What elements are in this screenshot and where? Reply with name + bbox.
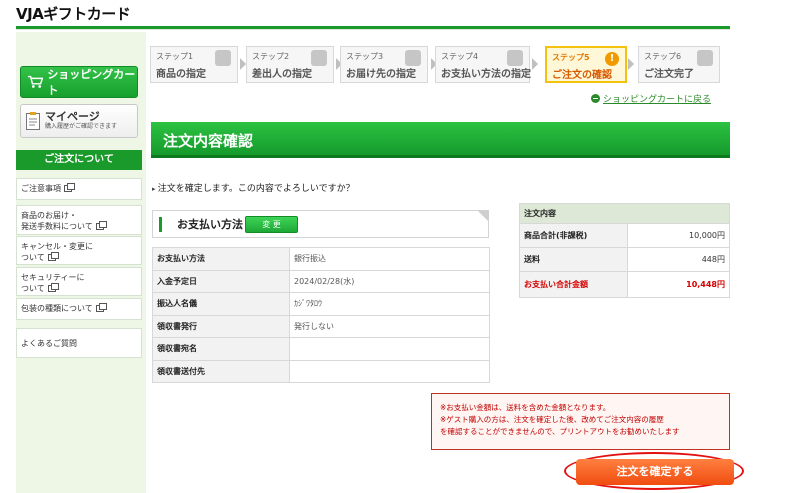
exclamation-icon: ! bbox=[605, 52, 619, 66]
sidebar-link-cancel[interactable]: キャンセル・変更に ついて bbox=[16, 236, 142, 265]
table-row: お支払い合計金額 10,448円 bbox=[519, 271, 730, 298]
header: VJAギフトカード bbox=[0, 0, 793, 30]
total-key: お支払い合計金額 bbox=[519, 271, 628, 298]
table-row: 振込人名儀 ｶｼﾞﾜﾀﾛｳ bbox=[152, 292, 490, 316]
external-window-icon bbox=[95, 221, 107, 230]
table-key: お支払い方法 bbox=[152, 247, 290, 271]
sidebar-link-label: 包装の種類について bbox=[21, 304, 93, 313]
sidebar-link-label: よくあるご質問 bbox=[21, 339, 77, 348]
logo[interactable]: VJAギフトカード bbox=[16, 3, 131, 24]
notice-text: ※ゲスト購入の方は、注文を確定した後、改めてご注文内容の履歴 bbox=[440, 415, 664, 424]
back-to-cart-link[interactable]: ショッピングカートに戻る bbox=[591, 92, 711, 105]
sidebar-link-faq[interactable]: よくあるご質問 bbox=[16, 328, 142, 358]
back-to-cart-label: ショッピングカートに戻る bbox=[603, 95, 712, 105]
step-label: 商品の指定 bbox=[156, 69, 206, 80]
table-row: 領収書送付先 bbox=[152, 359, 490, 383]
step-arrow-icon bbox=[532, 58, 538, 70]
table-key: 入金予定日 bbox=[152, 269, 290, 293]
table-value: 2024/02/28(水) bbox=[289, 269, 490, 293]
clipboard-icon bbox=[26, 112, 40, 130]
table-value: 銀行振込 bbox=[289, 247, 490, 271]
notice-text: を確認することができませんので、プリントアウトをお勧めいたします bbox=[440, 427, 680, 436]
notice-text: ※お支払い金額は、送料を含めた金額となります。 bbox=[440, 403, 611, 412]
step-label: お支払い方法の指定 bbox=[441, 69, 531, 80]
mypage-subtitle: 購入履歴がご確認できます bbox=[45, 123, 118, 130]
table-row: 領収書宛名 bbox=[152, 337, 490, 361]
step-label: ご注文完了 bbox=[644, 69, 694, 80]
shopping-cart-button[interactable]: ショッピングカート bbox=[20, 66, 138, 98]
table-value bbox=[289, 337, 490, 361]
payment-section-title: お支払い方法 bbox=[177, 218, 243, 231]
sidebar-link-label: 商品のお届け・ bbox=[21, 211, 77, 220]
wallet-icon bbox=[507, 50, 523, 66]
summary-key: 商品合計(非課税) bbox=[519, 223, 628, 248]
step-2: ステップ2 差出人の指定 bbox=[246, 46, 334, 83]
step-1: ステップ1 商品の指定 bbox=[150, 46, 238, 83]
mypage-button[interactable]: マイページ 購入履歴がご確認できます bbox=[20, 104, 138, 138]
change-payment-button[interactable]: 変 更 bbox=[245, 216, 298, 233]
confirm-button-highlight: 注文を確定する bbox=[564, 452, 744, 490]
section-marker bbox=[159, 217, 162, 232]
external-window-icon bbox=[95, 303, 107, 312]
table-key: 領収書宛名 bbox=[152, 337, 290, 361]
confirm-order-button[interactable]: 注文を確定する bbox=[576, 459, 734, 485]
sidebar-link-label: キャンセル・変更に bbox=[21, 242, 93, 251]
summary-value: 448円 bbox=[627, 247, 730, 272]
person-icon bbox=[311, 50, 327, 66]
external-window-icon bbox=[47, 252, 59, 261]
table-row: お支払い方法 銀行振込 bbox=[152, 247, 490, 271]
table-value bbox=[289, 359, 490, 383]
external-window-icon bbox=[64, 183, 75, 192]
cart-icon bbox=[27, 75, 44, 88]
notice-box: ※お支払い金額は、送料を含めた金額となります。 ※ゲスト購入の方は、注文を確定し… bbox=[431, 393, 730, 450]
table-key: 振込人名儀 bbox=[152, 292, 290, 316]
total-value: 10,448円 bbox=[627, 271, 730, 298]
step-label: 差出人の指定 bbox=[252, 69, 312, 80]
sidebar-link-label: ついて bbox=[21, 284, 45, 293]
order-summary-table: 注文内容 商品合計(非課税) 10,000円 送料 448円 お支払い合計金額 10,… bbox=[519, 203, 730, 298]
checkbox-icon bbox=[697, 50, 713, 66]
shopping-cart-label: ショッピングカート bbox=[47, 68, 136, 97]
step-label: お届け先の指定 bbox=[346, 69, 416, 80]
sidebar-section-title: ご注文について bbox=[16, 150, 142, 170]
step-3: ステップ3 お届け先の指定 bbox=[340, 46, 428, 83]
sidebar-link-security[interactable]: セキュリティーに ついて bbox=[16, 267, 142, 296]
step-label: ご注文の確認 bbox=[552, 70, 612, 81]
table-key: 領収書発行 bbox=[152, 314, 290, 338]
gift-icon bbox=[215, 50, 231, 66]
sidebar-link-label: セキュリティーに bbox=[21, 273, 85, 282]
mypage-title: マイページ bbox=[45, 110, 100, 123]
table-row: 送料 448円 bbox=[519, 247, 730, 272]
confirm-question: 注文を確定します。この内容でよろしいですか？ bbox=[152, 181, 355, 194]
table-value: ｶｼﾞﾜﾀﾛｳ bbox=[289, 292, 490, 316]
table-key: 領収書送付先 bbox=[152, 359, 290, 383]
building-icon bbox=[405, 50, 421, 66]
sidebar-link-label: 発送手数料について bbox=[21, 222, 93, 231]
table-row: 領収書発行 発行しない bbox=[152, 314, 490, 338]
table-header-row: 注文内容 bbox=[519, 203, 730, 224]
step-4: ステップ4 お支払い方法の指定 bbox=[435, 46, 531, 83]
sidebar-link-label: ご注意事項 bbox=[21, 184, 61, 193]
payment-section-header: お支払い方法 変 更 bbox=[152, 210, 489, 238]
sidebar-link-label: ついて bbox=[21, 253, 45, 262]
summary-value: 10,000円 bbox=[627, 223, 730, 248]
sidebar-link-notes[interactable]: ご注意事項 bbox=[16, 178, 142, 200]
payment-details-table: お支払い方法 銀行振込 入金予定日 2024/02/28(水) 振込人名儀 ｶｼﾞﾜﾀ… bbox=[152, 247, 490, 383]
table-row: 商品合計(非課税) 10,000円 bbox=[519, 223, 730, 248]
external-window-icon bbox=[47, 283, 59, 292]
step-arrow-icon bbox=[628, 58, 634, 70]
summary-header: 注文内容 bbox=[519, 203, 730, 224]
summary-key: 送料 bbox=[519, 247, 628, 272]
step-6: ステップ6 ご注文完了 bbox=[638, 46, 720, 83]
page-title: 注文内容確認 bbox=[151, 122, 730, 158]
header-divider-shadow bbox=[16, 29, 730, 30]
table-value: 発行しない bbox=[289, 314, 490, 338]
sidebar: ショッピングカート マイページ 購入履歴がご確認できます ご注文について ご注意… bbox=[16, 32, 146, 493]
sidebar-link-wrapping[interactable]: 包装の種類について bbox=[16, 298, 142, 320]
step-5-current: ステップ5 ご注文の確認 ! bbox=[545, 46, 627, 83]
table-row: 入金予定日 2024/02/28(水) bbox=[152, 269, 490, 293]
arrow-circle-icon bbox=[591, 94, 600, 103]
sidebar-link-shipping[interactable]: 商品のお届け・ 発送手数料について bbox=[16, 205, 142, 235]
